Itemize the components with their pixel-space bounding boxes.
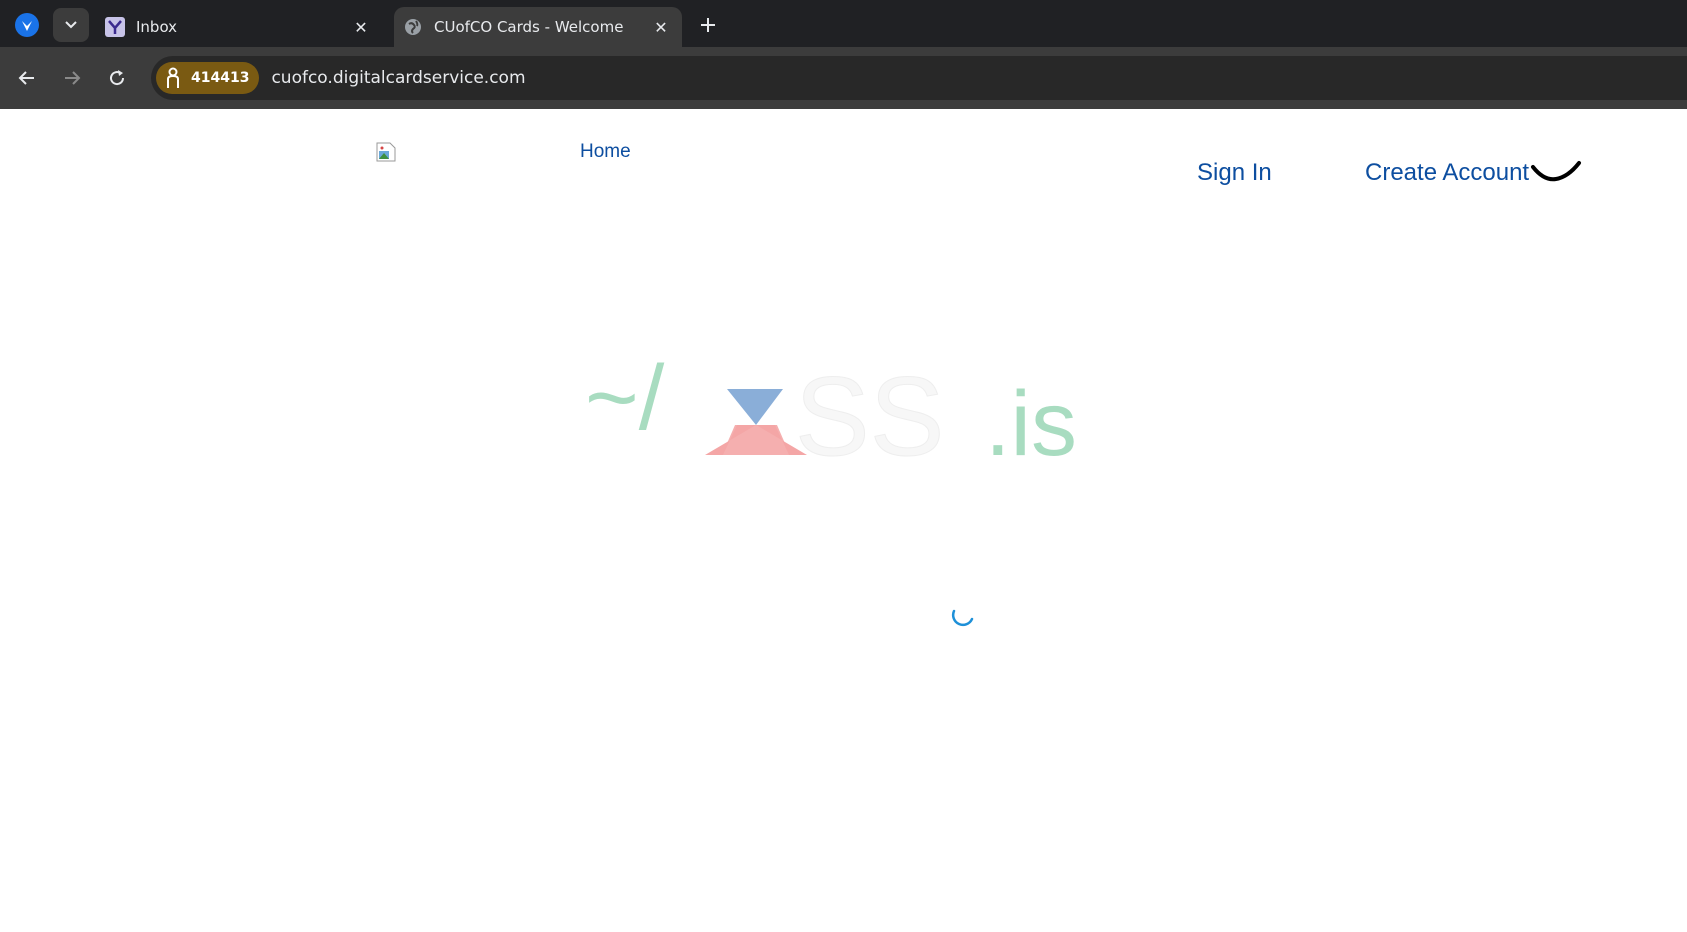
url-text[interactable]: cuofco.digitalcardservice.com [271,68,525,88]
watermark-suffix: .is [985,373,1077,457]
browser-toolbar: 414413 cuofco.digitalcardservice.com [0,47,1687,109]
forward-arrow-icon [65,71,81,85]
back-arrow-icon [18,71,34,85]
person-icon [167,67,179,88]
profile-icon[interactable] [15,13,39,37]
yahoo-icon [105,17,125,37]
close-icon[interactable]: ✕ [350,16,372,38]
globe-icon [403,17,423,37]
page-content: Home Sign In Create Account ~/ X SS .is [0,109,1687,932]
plus-icon [701,18,715,32]
nav-sign-in-link[interactable]: Sign In [1197,159,1272,187]
tab-inbox[interactable]: Inbox ✕ [96,7,382,47]
nav-create-account-link[interactable]: Create Account [1365,159,1529,187]
nav-home-link[interactable]: Home [580,141,631,163]
swoosh-mark [1531,161,1581,182]
watermark-ss: SS [795,354,944,457]
badge-text: 414413 [191,70,250,86]
tab-cuofco[interactable]: CUofCO Cards - Welcome ✕ [394,7,682,47]
loading-spinner-icon [951,609,974,627]
reload-button[interactable] [102,63,132,93]
chevron-down-icon [65,21,77,29]
close-icon[interactable]: ✕ [650,16,672,38]
new-tab-button[interactable] [695,12,721,38]
tab-search-button[interactable] [53,8,89,42]
tab-strip: Inbox ✕ CUofCO Cards - Welcome ✕ [0,0,1687,47]
watermark-prefix: ~/ [585,347,665,449]
tab-title: Inbox [136,18,178,36]
forward-button[interactable] [57,63,87,93]
broken-image-icon [376,142,396,162]
back-button[interactable] [12,63,42,93]
site-info-badge[interactable]: 414413 [156,62,260,94]
address-bar[interactable]: 414413 cuofco.digitalcardservice.com [151,56,1687,100]
xss-watermark: ~/ X SS .is [585,347,1077,457]
tab-title: CUofCO Cards - Welcome [434,18,624,36]
reload-icon [110,70,125,86]
